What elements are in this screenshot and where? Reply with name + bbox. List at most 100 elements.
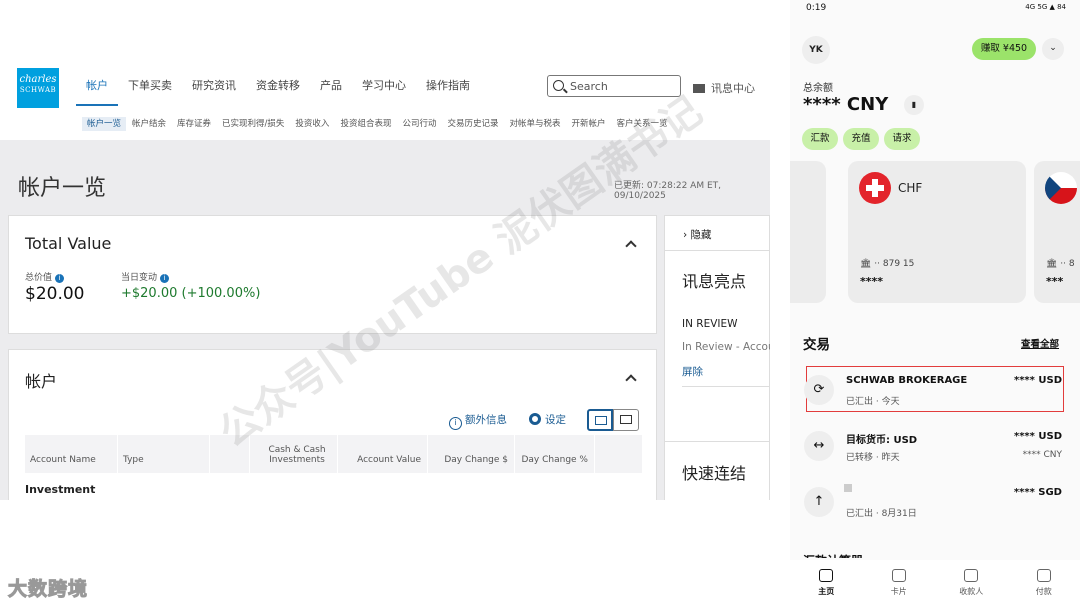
- info-icon[interactable]: i: [160, 274, 170, 283]
- transaction-sub: 已汇出 · 8月31日: [846, 509, 917, 519]
- column-account-value[interactable]: Account Value: [338, 435, 428, 473]
- schwab-header: charles SCHWAB 帐户 下单买卖 研究资讯 资金转移 产品 学习中心…: [0, 40, 770, 140]
- column-cash[interactable]: Cash & Cash Investments: [250, 435, 338, 473]
- list-icon: [620, 415, 632, 424]
- nav-transfer[interactable]: 资金转移: [246, 78, 310, 106]
- tab-payments[interactable]: 付款: [1008, 560, 1080, 607]
- balance-value: **** CNY: [803, 94, 889, 115]
- subnav-statements[interactable]: 对帐单与税表: [504, 117, 565, 131]
- settings-button[interactable]: 设定: [529, 412, 566, 427]
- column-day-change-dollar[interactable]: Day Change $: [428, 435, 515, 473]
- card-amount: ****: [860, 275, 884, 288]
- transaction-name: SCHWAB BROKERAGE: [846, 375, 968, 386]
- chart-icon[interactable]: ▮: [904, 95, 924, 115]
- nav-research[interactable]: 研究资讯: [182, 78, 246, 106]
- swap-icon: ↔: [804, 431, 834, 461]
- divider: [665, 441, 770, 442]
- transactions-heading: 交易: [803, 337, 830, 353]
- info-circle-icon: i: [449, 417, 462, 430]
- subnav-history[interactable]: 交易历史记录: [442, 117, 503, 131]
- balance-card-partial[interactable]: [790, 161, 826, 303]
- total-value-label: 总价值 i: [25, 270, 65, 283]
- search-input[interactable]: Search: [547, 75, 681, 97]
- dismiss-link[interactable]: 屏除: [682, 364, 703, 379]
- gear-icon: [529, 413, 541, 425]
- collapse-chevron-icon[interactable]: [625, 240, 637, 252]
- subnav-positions[interactable]: 库存证券: [172, 117, 216, 131]
- subnav-relationship[interactable]: 客户关系一览: [612, 117, 673, 131]
- updated-timestamp: 已更新: 07:28:22 AM ET, 09/10/2025: [614, 181, 722, 201]
- earn-button[interactable]: 赚取 ¥450: [972, 38, 1036, 60]
- settings-label: 设定: [545, 414, 566, 426]
- status-bar: 0:19 4G 5G ▲ 84: [790, 0, 1080, 16]
- subnav-realized[interactable]: 已实现利得/损失: [217, 117, 289, 131]
- nav-accounts[interactable]: 帐户: [76, 78, 118, 106]
- quick-links-heading: 快速连结: [682, 464, 747, 483]
- tab-cards[interactable]: 卡片: [863, 560, 936, 607]
- collapse-chevron-icon[interactable]: [625, 374, 637, 386]
- column-type[interactable]: Type: [118, 435, 210, 473]
- subnav-summary[interactable]: 帐户一览: [82, 117, 127, 131]
- arrow-up-icon: ↑: [804, 487, 834, 517]
- swiss-flag-icon: [859, 172, 891, 204]
- nav-trade[interactable]: 下单买卖: [118, 78, 182, 106]
- day-change-label-text: 当日变动: [121, 273, 158, 283]
- rows-icon: [595, 416, 607, 425]
- view-toggle-expanded[interactable]: [587, 409, 613, 431]
- accounts-title: 帐户: [25, 372, 58, 391]
- transaction-sub: 已转移 · 昨天: [846, 453, 900, 463]
- side-panel: › 隐藏 讯息亮点 IN REVIEW In Review - Accou 屏除…: [664, 215, 770, 500]
- subnav-balances[interactable]: 帐户结余: [127, 117, 171, 131]
- search-icon: [553, 80, 564, 91]
- balance-card-chf[interactable]: CHF 🏛 ·· 879 15 ****: [848, 161, 1026, 303]
- subnav-open-account[interactable]: 开新帐户: [567, 117, 611, 131]
- transaction-sub: 已汇出 · 今天: [846, 397, 900, 407]
- column-blank: [210, 435, 250, 473]
- refresh-icon: ⟳: [804, 375, 834, 405]
- send-button[interactable]: 汇款: [802, 128, 838, 150]
- review-text: In Review - Accou: [682, 341, 770, 353]
- nav-products[interactable]: 产品: [310, 78, 352, 106]
- transaction-amount-secondary: **** CNY: [1022, 450, 1062, 460]
- sub-nav: 帐户一览 帐户结余 库存证券 已实现利得/损失 投资收入 投资组合表现 公司行动…: [82, 117, 674, 131]
- schwab-window: charles SCHWAB 帐户 下单买卖 研究资讯 资金转移 产品 学习中心…: [0, 40, 770, 500]
- subnav-income[interactable]: 投资收入: [290, 117, 334, 131]
- review-status: IN REVIEW: [682, 318, 738, 330]
- column-day-change-percent[interactable]: Day Change %: [515, 435, 595, 473]
- tab-home[interactable]: 主页: [790, 560, 863, 607]
- redacted-name: [844, 484, 852, 492]
- nav-guide[interactable]: 操作指南: [416, 78, 480, 106]
- accounts-table-header: Account Name Type Cash & Cash Investment…: [25, 435, 642, 473]
- message-center-link[interactable]: 讯息中心: [693, 80, 755, 96]
- view-toggle-compact[interactable]: [613, 409, 639, 431]
- topup-button[interactable]: 充值: [843, 128, 879, 150]
- nav-learning[interactable]: 学习中心: [352, 78, 416, 106]
- page-title: 帐户一览: [18, 176, 107, 201]
- transaction-amount: **** USD: [1013, 431, 1062, 442]
- total-value-card: Total Value 总价值 i 当日变动 i $20.00 +$20.00 (+…: [8, 215, 657, 334]
- divider: [682, 386, 770, 387]
- chevron-down-icon[interactable]: ⌄: [1042, 38, 1064, 60]
- avatar[interactable]: YK: [802, 36, 830, 64]
- bottom-tab-bar: 主页 卡片 收款人 付款: [790, 560, 1080, 607]
- message-center-label: 讯息中心: [711, 82, 755, 95]
- subnav-performance[interactable]: 投资组合表现: [335, 117, 396, 131]
- see-all-link[interactable]: 查看全部: [1021, 336, 1059, 350]
- balance-card-czk[interactable]: 🏛 ·· 8 ***: [1034, 161, 1080, 303]
- info-icon[interactable]: i: [55, 274, 65, 283]
- schwab-logo[interactable]: charles SCHWAB: [17, 68, 59, 108]
- card-bank: 🏛 ·· 879 15: [860, 259, 915, 269]
- extra-info-label: 额外信息: [465, 414, 507, 426]
- balance-label: 总余额: [803, 83, 833, 94]
- extra-info-button[interactable]: i 额外信息: [449, 412, 507, 430]
- card-amount: ***: [1046, 275, 1064, 288]
- column-account-name[interactable]: Account Name: [25, 435, 118, 473]
- envelope-icon: [693, 84, 705, 93]
- day-change-label: 当日变动 i: [121, 270, 170, 283]
- tab-recipients[interactable]: 收款人: [935, 560, 1008, 607]
- subnav-corporate-actions[interactable]: 公司行动: [397, 117, 441, 131]
- schwab-content: 帐户一览 已更新: 07:28:22 AM ET, 09/10/2025 Tot…: [0, 140, 770, 500]
- hide-panel-button[interactable]: › 隐藏: [683, 227, 712, 242]
- status-icons: 4G 5G ▲ 84: [1025, 3, 1066, 11]
- request-button[interactable]: 请求: [884, 128, 920, 150]
